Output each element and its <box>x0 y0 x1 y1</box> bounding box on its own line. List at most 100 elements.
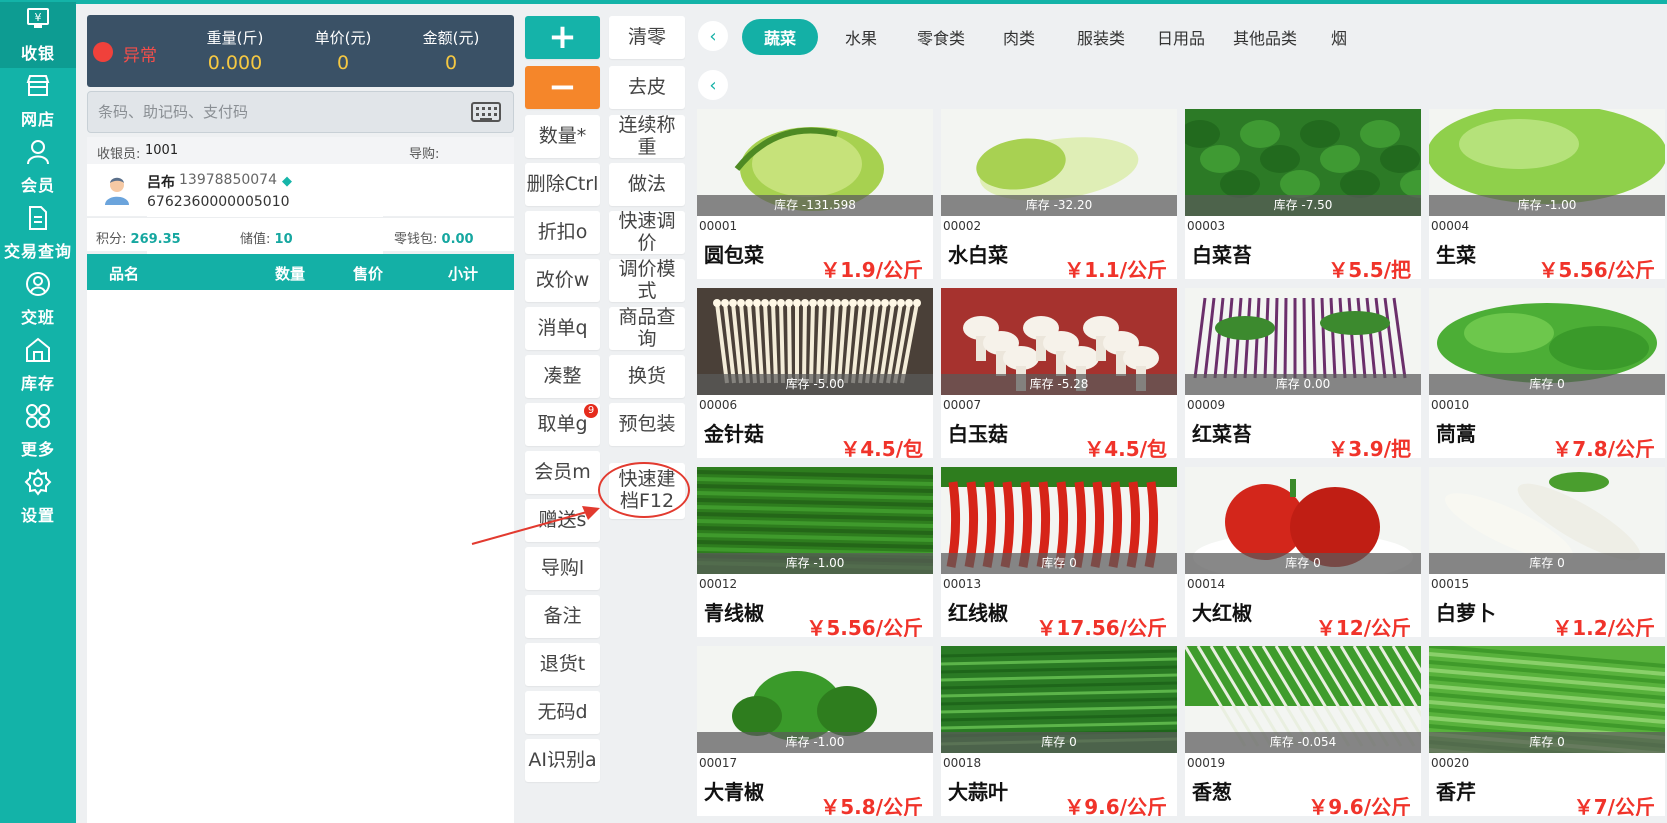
nav-item-1[interactable]: 网店 <box>0 68 76 134</box>
guide-label[interactable]: 导购: <box>409 143 439 162</box>
product-code: 00012 <box>699 577 738 591</box>
product-stock: 库存 -131.598 <box>697 195 933 216</box>
cashier-label: 收银员: <box>97 147 141 162</box>
tab-category-0[interactable]: 蔬菜 <box>742 19 818 55</box>
minus-button[interactable]: − <box>525 66 600 109</box>
func-button-label: − <box>548 67 577 108</box>
func-button-2[interactable]: 数量* <box>525 115 600 158</box>
nav-label: 更多 <box>20 440 55 459</box>
func-button-9[interactable]: 会员m <box>525 451 600 494</box>
member-name: 吕布 <box>147 175 175 191</box>
product-name: 青线椒 <box>704 601 764 625</box>
product-card[interactable]: 库存 0 00015 白萝卜 ￥1.2/公斤 <box>1429 467 1665 637</box>
tab-category-4[interactable]: 服装类 <box>1067 19 1135 55</box>
tab-category-5[interactable]: 日用品 <box>1147 19 1215 55</box>
product-card[interactable]: 库存 -0.054 00019 香葱 ￥9.6/公斤 <box>1185 646 1421 816</box>
nav-item-0[interactable]: ¥ 收银 <box>0 2 76 68</box>
tab-category-2[interactable]: 零食类 <box>908 19 974 55</box>
func-button-8[interactable]: 取单g 9 <box>525 403 600 446</box>
nav-item-6[interactable]: 更多 <box>0 398 76 464</box>
nav-item-4[interactable]: 交班 <box>0 266 76 332</box>
nav-item-7[interactable]: 设置 <box>0 464 76 530</box>
product-price: ￥5.56/公斤 <box>1538 258 1655 279</box>
category-prev-icon[interactable]: ‹ <box>698 21 728 51</box>
product-card[interactable]: 库存 0 00013 红线椒 ￥17.56/公斤 <box>941 467 1177 637</box>
func-button-label: 折扣o <box>537 221 588 244</box>
func-button-7[interactable]: 凑整 <box>525 355 600 398</box>
product-name: 香芹 <box>1436 780 1476 804</box>
plus-button[interactable]: + <box>525 16 600 59</box>
func-button-right-1[interactable]: 去皮 <box>609 66 685 109</box>
func-button-11[interactable]: 导购l <box>525 547 600 590</box>
product-card[interactable]: 库存 -1.00 00012 青线椒 ￥5.56/公斤 <box>697 467 933 637</box>
func-button-14[interactable]: 无码d <box>525 691 600 734</box>
unit-price-label: 单价(元) <box>314 29 372 47</box>
product-card[interactable]: 库存 0 00018 大蒜叶 ￥9.6/公斤 <box>941 646 1177 816</box>
func-button-12[interactable]: 备注 <box>525 595 600 638</box>
func-button-13[interactable]: 退货t <box>525 643 600 686</box>
func-button-label: 预包装 <box>618 413 676 436</box>
product-card[interactable]: 库存 0.00 00009 红菜苔 ￥3.9/把 <box>1185 288 1421 458</box>
product-name: 白萝卜 <box>1436 601 1496 625</box>
nav-item-2[interactable]: 会员 <box>0 134 76 200</box>
nav-item-3[interactable]: 交易查询 <box>0 200 76 266</box>
func-button-right-0[interactable]: 清零 <box>609 16 685 59</box>
product-stock: 库存 -7.50 <box>1185 195 1421 216</box>
func-button-label: 导购l <box>540 557 585 580</box>
keyboard-icon[interactable] <box>471 102 501 122</box>
tab-category-7[interactable]: 烟 <box>1316 19 1362 55</box>
func-button-label: 无码d <box>537 701 588 724</box>
product-code: 00003 <box>1187 219 1226 233</box>
col-name: 品名 <box>109 265 140 283</box>
product-card[interactable]: 库存 -32.20 00002 水白菜 ￥1.1/公斤 <box>941 109 1177 279</box>
func-button-15[interactable]: AI识别a <box>525 739 600 782</box>
search-input[interactable] <box>88 92 448 132</box>
svg-text:¥: ¥ <box>35 11 42 24</box>
product-code: 00014 <box>1187 577 1226 591</box>
points-value: 269.35 <box>130 232 181 247</box>
func-button-label: 会员m <box>534 461 591 484</box>
product-price: ￥17.56/公斤 <box>1036 616 1167 637</box>
nav-label: 收银 <box>20 44 55 63</box>
product-name: 大青椒 <box>704 780 764 804</box>
tab-category-6[interactable]: 其他品类 <box>1223 19 1307 55</box>
product-price: ￥5.56/公斤 <box>806 616 923 637</box>
product-card[interactable]: 库存 -131.598 00001 圆包菜 ￥1.9/公斤 <box>697 109 933 279</box>
func-button-right-4[interactable]: 快速调价 <box>609 209 685 254</box>
product-card[interactable]: 库存 -5.00 00006 金针菇 ￥4.5/包 <box>697 288 933 458</box>
product-code: 00009 <box>1187 398 1226 412</box>
func-button-5[interactable]: 改价w <box>525 259 600 302</box>
product-card[interactable]: 库存 -1.00 00017 大青椒 ￥5.8/公斤 <box>697 646 933 816</box>
subcategory-prev-icon[interactable]: ‹ <box>698 70 728 100</box>
weight-label: 重量(斤) <box>206 29 264 47</box>
func-button-3[interactable]: 删除Ctrl <box>525 163 600 206</box>
product-card[interactable]: 库存 0 00014 大红椒 ￥12/公斤 <box>1185 467 1421 637</box>
product-card[interactable]: 库存 -5.28 00007 白玉菇 ￥4.5/包 <box>941 288 1177 458</box>
member-phone: 13978850074 <box>179 172 277 188</box>
func-button-right-6[interactable]: 商品查询 <box>609 306 685 350</box>
func-button-right-8[interactable]: 预包装 <box>609 403 685 446</box>
func-button-right-7[interactable]: 换货 <box>609 355 685 398</box>
nav-item-5[interactable]: 库存 <box>0 332 76 398</box>
func-button-6[interactable]: 消单q <box>525 307 600 350</box>
product-name: 茼蒿 <box>1436 422 1476 446</box>
product-card[interactable]: 库存 0 00010 茼蒿 ￥7.8/公斤 <box>1429 288 1665 458</box>
func-button-right-2[interactable]: 连续称重 <box>609 114 685 158</box>
product-stock: 库存 -32.20 <box>941 195 1177 216</box>
func-button-4[interactable]: 折扣o <box>525 211 600 254</box>
avatar <box>105 177 129 205</box>
product-card[interactable]: 库存 -7.50 00003 白菜苔 ￥5.5/把 <box>1185 109 1421 279</box>
func-button-right-3[interactable]: 做法 <box>609 163 685 206</box>
func-button-label: 快速调价 <box>618 209 676 254</box>
tab-category-3[interactable]: 肉类 <box>994 19 1044 55</box>
tab-category-1[interactable]: 水果 <box>836 19 886 55</box>
func-button-right-5[interactable]: 调价模式 <box>609 258 685 302</box>
product-card[interactable]: 库存 0 00020 香芹 ￥7/公斤 <box>1429 646 1665 816</box>
member-card[interactable]: 吕布 13978850074 ◆ 6762360000005010 <box>87 164 514 364</box>
stored-label: 储值: <box>240 232 271 247</box>
product-price: ￥1.9/公斤 <box>820 258 923 279</box>
product-price: ￥5.8/公斤 <box>820 795 923 816</box>
unit-price-column: 单价(元) 0 <box>283 27 403 74</box>
product-name: 白玉菇 <box>948 422 1008 446</box>
product-card[interactable]: 库存 -1.00 00004 生菜 ￥5.56/公斤 <box>1429 109 1665 279</box>
